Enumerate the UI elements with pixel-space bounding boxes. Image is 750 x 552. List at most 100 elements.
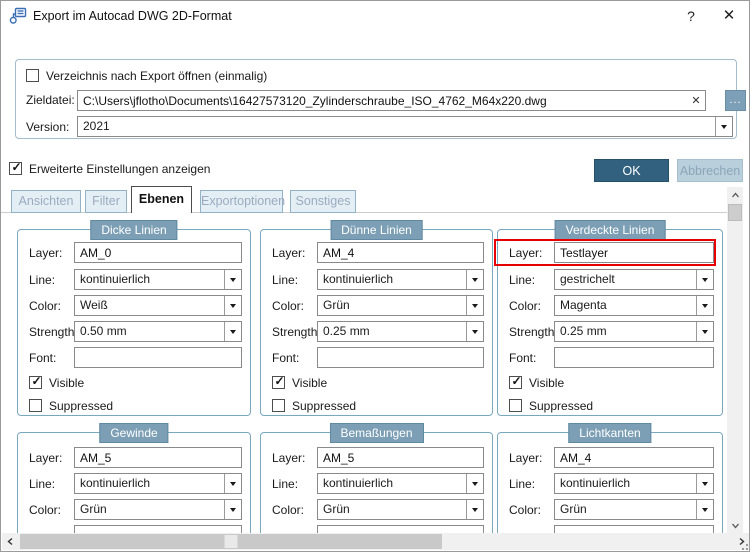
scroll-up-icon[interactable] <box>727 187 743 203</box>
suppressed-checkbox[interactable] <box>272 399 285 412</box>
layer-input[interactable] <box>554 242 714 263</box>
vertical-scrollbar[interactable] <box>727 187 743 533</box>
font-input[interactable] <box>74 347 242 368</box>
suppressed-checkbox[interactable] <box>509 399 522 412</box>
strength-dropdown-button[interactable] <box>224 322 241 341</box>
scroll-thumb-grip <box>224 535 238 548</box>
chevron-down-icon <box>472 303 478 308</box>
browse-button[interactable]: ... <box>725 90 746 111</box>
advanced-settings-checkbox[interactable] <box>9 162 23 175</box>
tab-ebenen[interactable]: Ebenen <box>131 186 192 213</box>
version-label: Version: <box>26 120 70 134</box>
line-combobox[interactable]: kontinuierlich <box>317 269 484 290</box>
line-value: kontinuierlich <box>323 272 394 286</box>
line-dropdown-button[interactable] <box>224 474 241 493</box>
font-input[interactable] <box>317 347 484 368</box>
strength-combobox[interactable] <box>74 525 242 533</box>
open-dir-checkbox[interactable] <box>26 69 39 82</box>
line-value: kontinuierlich <box>560 476 631 490</box>
line-combobox[interactable]: kontinuierlich <box>554 473 714 494</box>
scroll-left-icon[interactable] <box>2 533 19 550</box>
color-dropdown-button[interactable] <box>466 500 483 519</box>
color-combobox[interactable]: Grün <box>554 499 714 520</box>
strength-value: 0.25 mm <box>323 324 370 338</box>
line-dropdown-button[interactable] <box>224 270 241 289</box>
color-combobox[interactable]: Magenta <box>554 295 714 316</box>
line-label: Line: <box>272 477 299 491</box>
version-combobox[interactable]: 2021 <box>77 116 733 137</box>
color-dropdown-button[interactable] <box>466 296 483 315</box>
resize-grip[interactable] <box>738 540 748 550</box>
group-verdeckte-linien: Verdeckte Linien Layer: Line: gestrichel… <box>494 220 723 416</box>
strength-combobox[interactable] <box>554 525 714 533</box>
strength-combobox[interactable] <box>317 525 484 533</box>
line-combobox[interactable]: kontinuierlich <box>317 473 484 494</box>
version-dropdown-button[interactable] <box>715 117 732 136</box>
ebenen-tab-content: Dicke Linien Layer: Line: kontinuierlich… <box>1 213 727 533</box>
help-button[interactable]: ? <box>679 6 703 26</box>
font-label: Font: <box>272 351 300 365</box>
line-combobox[interactable]: gestrichelt <box>554 269 714 290</box>
visible-label: Visible <box>292 376 328 390</box>
tab-ansichten[interactable]: Ansichten <box>11 190 81 213</box>
scroll-down-icon[interactable] <box>727 517 743 533</box>
target-file-input[interactable] <box>77 90 706 111</box>
suppressed-checkbox[interactable] <box>29 399 42 412</box>
strength-combobox[interactable]: 0.25 mm <box>317 321 484 342</box>
chevron-down-icon <box>721 124 727 129</box>
color-dropdown-button[interactable] <box>696 296 713 315</box>
color-combobox[interactable]: Grün <box>74 499 242 520</box>
ok-button[interactable]: OK <box>594 159 669 182</box>
line-value: kontinuierlich <box>80 272 151 286</box>
strength-dropdown-button[interactable] <box>466 322 483 341</box>
color-label: Color: <box>509 503 542 517</box>
font-input[interactable] <box>554 347 714 368</box>
visible-checkbox[interactable] <box>29 376 43 389</box>
line-value: kontinuierlich <box>80 476 151 490</box>
line-dropdown-button[interactable] <box>466 270 483 289</box>
layer-input[interactable] <box>317 447 484 468</box>
cancel-button[interactable]: Abbrechen <box>677 159 743 182</box>
line-dropdown-button[interactable] <box>696 474 713 493</box>
color-combobox[interactable]: Weiß <box>74 295 242 316</box>
layer-input[interactable] <box>317 242 484 263</box>
strength-label: Strength: <box>509 325 558 339</box>
line-dropdown-button[interactable] <box>696 270 713 289</box>
color-label: Color: <box>272 299 305 313</box>
chevron-down-icon <box>702 303 708 308</box>
strength-combobox[interactable]: 0.25 mm <box>554 321 714 342</box>
strength-dropdown-button[interactable] <box>696 322 713 341</box>
group-lichtkanten: Lichtkanten Layer: Line: kontinuierlich … <box>497 423 723 533</box>
line-label: Line: <box>509 273 536 287</box>
horizontal-scroll-thumb[interactable] <box>20 534 442 549</box>
color-combobox[interactable]: Grün <box>317 499 484 520</box>
color-label: Color: <box>29 299 62 313</box>
layer-input[interactable] <box>74 242 242 263</box>
chevron-down-icon <box>702 329 708 334</box>
layer-input[interactable] <box>74 447 242 468</box>
tab-filter[interactable]: Filter <box>85 190 127 213</box>
color-dropdown-button[interactable] <box>696 500 713 519</box>
layer-label: Layer: <box>272 451 306 465</box>
color-dropdown-button[interactable] <box>224 500 241 519</box>
close-button[interactable]: ✕ <box>717 6 741 26</box>
color-dropdown-button[interactable] <box>224 296 241 315</box>
tab-sonstiges[interactable]: Sonstiges <box>290 190 356 213</box>
line-combobox[interactable]: kontinuierlich <box>74 269 242 290</box>
visible-checkbox[interactable] <box>272 376 286 389</box>
line-dropdown-button[interactable] <box>466 474 483 493</box>
clear-file-icon[interactable]: ✕ <box>689 94 703 108</box>
layer-input[interactable] <box>554 447 714 468</box>
strength-value: 0.50 mm <box>80 324 127 338</box>
group-title-badge: Verdeckte Linien <box>554 220 666 240</box>
color-value: Weiß <box>80 298 108 312</box>
line-combobox[interactable]: kontinuierlich <box>74 473 242 494</box>
visible-checkbox[interactable] <box>509 376 523 389</box>
tab-exportoptionen[interactable]: Exportoptionen <box>200 190 285 213</box>
chevron-down-icon <box>472 277 478 282</box>
strength-value: 0.25 mm <box>560 324 607 338</box>
vertical-scroll-thumb[interactable] <box>728 204 742 221</box>
strength-combobox[interactable]: 0.50 mm <box>74 321 242 342</box>
horizontal-scrollbar[interactable] <box>2 533 749 550</box>
color-combobox[interactable]: Grün <box>317 295 484 316</box>
